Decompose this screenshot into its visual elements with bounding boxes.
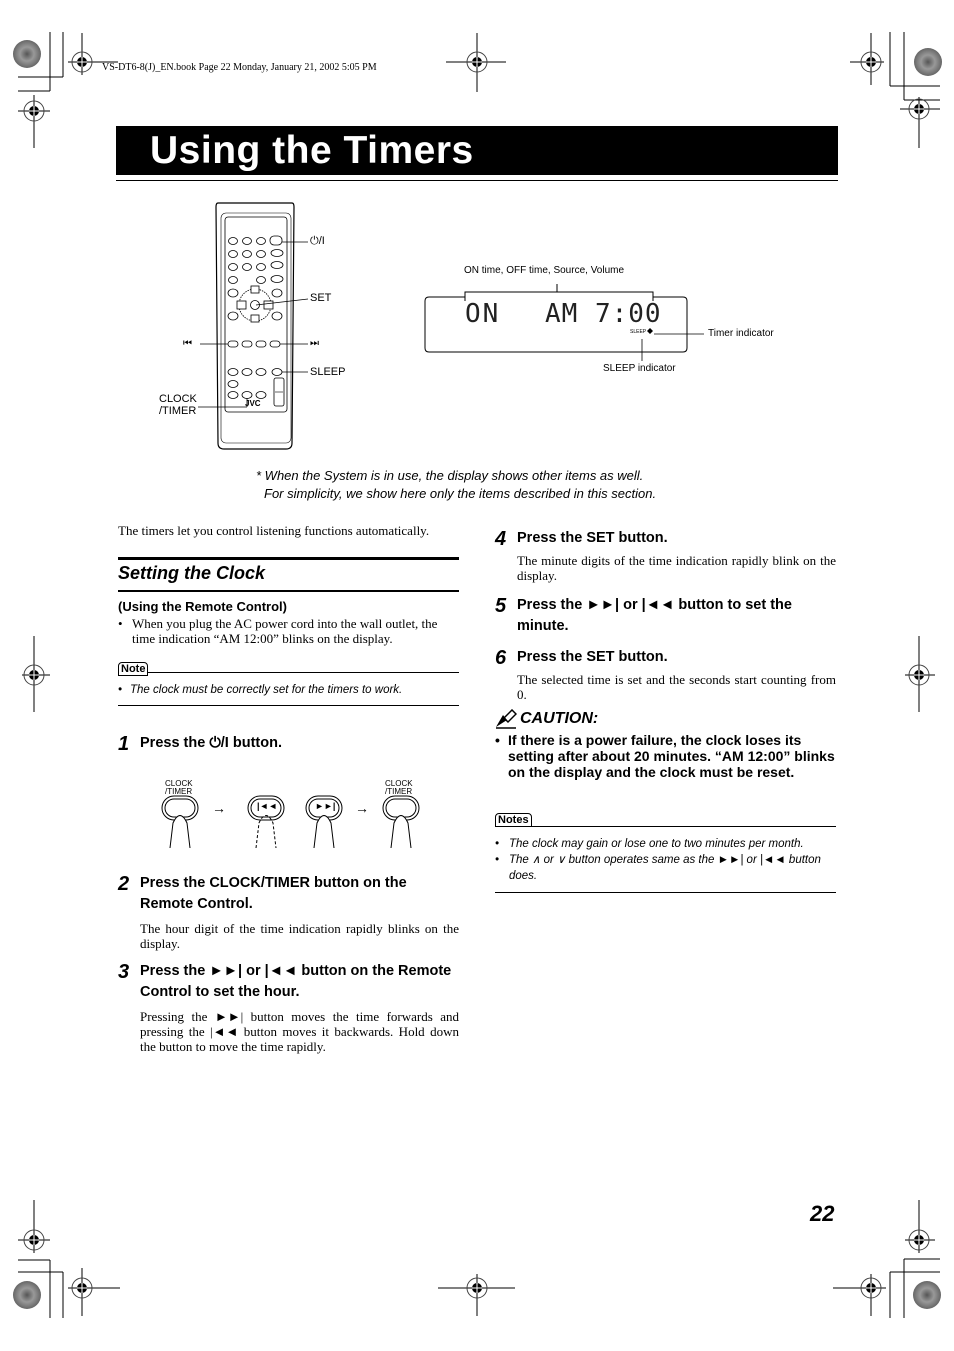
seq-label-clock-timer-1: CLOCK/TIMER [165, 780, 193, 796]
note-bottom-rule [118, 705, 459, 706]
seq-next-icon: ►►| [315, 801, 336, 811]
page-title: Using the Timers [150, 129, 474, 172]
section-rule-top [118, 557, 459, 560]
bullet-mark: • [495, 838, 500, 850]
set-button-callout: SET [310, 292, 332, 304]
footnote-line-2: For simplicity, we show here only the it… [264, 486, 657, 501]
page-number: 22 [810, 1201, 835, 1226]
notes-rule [531, 826, 836, 827]
next-button-callout: ⏭ [310, 338, 319, 349]
figure-footnote: * When the System is in use, the display… [256, 467, 656, 503]
step-number: 6 [495, 647, 507, 669]
footnote-line-1: * When the System is in use, the display… [256, 468, 644, 483]
step-number: 2 [118, 873, 130, 895]
clock-timer-callout-line2: /TIMER [159, 405, 197, 417]
subheading: (Using the Remote Control) [118, 599, 287, 614]
display-panel-figure: ON time, OFF time, Source, Volume ON AM … [415, 255, 795, 385]
bullet-mark: • [495, 854, 500, 866]
seq-arrow-icon-1: → [212, 800, 226, 816]
step-title: Press the ⏻/I button. [140, 735, 282, 751]
step-title: Press the CLOCK/TIMER button on the Remo… [140, 875, 407, 912]
step-number: 5 [495, 595, 507, 617]
step-3: 3 Press the ►►| or |◄◄ button on the Rem… [118, 961, 459, 1054]
running-head: VS-DT6-8(J)_EN.book Page 22 Monday, Janu… [102, 62, 377, 73]
sleep-button-callout: SLEEP [310, 366, 346, 378]
step-body: Pressing the ►►| button moves the time f… [140, 1009, 459, 1054]
step-number: 4 [495, 528, 507, 550]
step-title: Press the SET button. [517, 649, 668, 665]
step-body: The hour digit of the time indication ra… [140, 921, 459, 951]
step-title: Press the SET button. [517, 530, 668, 546]
step-number: 3 [118, 961, 130, 983]
title-rule [116, 180, 838, 181]
section-title: Setting the Clock [118, 563, 266, 583]
sleep-indicator-label: SLEEP indicator [603, 363, 676, 374]
registration-disc [13, 40, 41, 68]
remote-control-figure: JVC ⏻/I SET ⏮ ⏭ SLEEP CLOCK /TIMER [150, 195, 370, 455]
sleep-small-indicator: SLEEP [630, 329, 647, 335]
remote-brand-logo: JVC [245, 399, 261, 408]
seq-arrow-icon-2: → [355, 800, 369, 816]
clock-timer-callout-line1: CLOCK [159, 393, 197, 405]
step-1: 1 Press the ⏻/I button. [118, 733, 459, 756]
step-body: The selected time is set and the seconds… [517, 672, 836, 702]
step-4: 4 Press the SET button. The minute digit… [495, 528, 836, 583]
notes-bottom-rule [495, 892, 836, 893]
step-number: 1 [118, 733, 130, 755]
notes-item-1: The clock may gain or lose one to two mi… [509, 838, 804, 850]
step-title: Press the ►►| or |◄◄ button to set the m… [517, 597, 792, 634]
step-2: 2 Press the CLOCK/TIMER button on the Re… [118, 873, 459, 951]
note-book-icon: Note [118, 662, 149, 676]
bullet-mark: • [118, 616, 123, 631]
section-rule-bottom [118, 590, 459, 592]
caution-text: If there is a power failure, the clock l… [508, 732, 835, 780]
intro-bullet: • When you plug the AC power cord into t… [118, 616, 459, 646]
step-6: 6 Press the SET button. The selected tim… [495, 647, 836, 702]
seq-prev-icon: |◄◄ [257, 801, 278, 811]
notes-item-2: The ∧ or ∨ button operates same as the ►… [509, 854, 821, 882]
notes-book-icon: Notes [495, 813, 532, 827]
caution-pencil-icon [496, 709, 517, 729]
button-sequence-figure: CLOCK/TIMER |◄◄ ►►| → → CLOCK/TIMER [160, 778, 430, 848]
notes-box: Notes • The clock may gain or lose one t… [495, 813, 836, 893]
note-item: The clock must be correctly set for the … [130, 684, 403, 696]
display-time-text: AM 7:00 [545, 299, 662, 329]
bullet-mark: • [495, 732, 500, 748]
intro-text: The timers let you control listening fun… [118, 523, 430, 538]
bullet-mark: • [118, 684, 123, 696]
step-5: 5 Press the ►►| or |◄◄ button to set the… [495, 595, 836, 637]
prev-button-callout: ⏮ [183, 338, 192, 349]
seq-label-1b: /TIMER [165, 787, 193, 796]
caution-block: CAUTION: • If there is a power failure, … [495, 709, 836, 780]
power-button-callout: ⏻/I [310, 235, 325, 247]
timer-indicator-label: Timer indicator [708, 328, 774, 339]
display-on-text: ON [465, 299, 501, 329]
step-title: Press the ►►| or |◄◄ button on the Remot… [140, 963, 452, 1000]
intro-bullet-text: When you plug the AC power cord into the… [132, 616, 438, 646]
note-rule [148, 672, 459, 673]
seq-label-clock-timer-2: CLOCK/TIMER [385, 780, 413, 796]
caution-title: CAUTION: [520, 710, 599, 727]
seq-label-2b: /TIMER [385, 787, 413, 796]
step-body: The minute digits of the time indication… [517, 553, 836, 583]
note-box: Note • The clock must be correctly set f… [118, 662, 459, 706]
